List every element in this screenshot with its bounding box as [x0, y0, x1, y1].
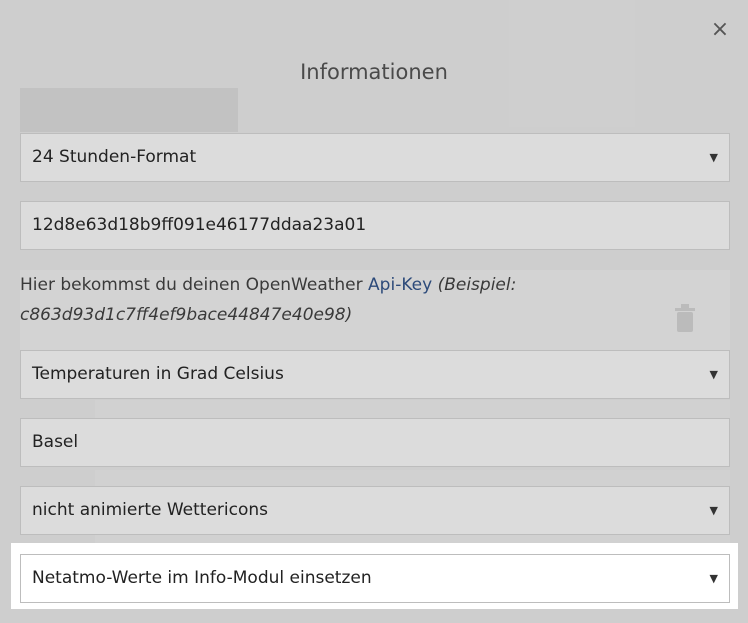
- temperature-unit-select[interactable]: Temperaturen in Grad Celsius ▼: [20, 350, 730, 399]
- close-icon[interactable]: ×: [711, 17, 729, 42]
- chevron-down-icon: ▼: [709, 151, 718, 164]
- city-value: Basel: [32, 432, 79, 452]
- close-button[interactable]: ×: [706, 16, 734, 44]
- netatmo-select[interactable]: Netatmo-Werte im Info-Modul einsetzen ▼: [20, 554, 730, 603]
- weather-icons-select[interactable]: nicht animierte Wettericons ▼: [20, 486, 730, 535]
- city-input[interactable]: Basel: [20, 418, 730, 467]
- weather-icons-value: nicht animierte Wettericons: [32, 500, 269, 520]
- api-key-input[interactable]: 12d8e63d18b9ff091e46177ddaa23a01: [20, 201, 730, 250]
- time-format-value: 24 Stunden-Format: [32, 147, 197, 167]
- helper-prefix: Hier bekommst du deinen OpenWeather: [20, 275, 369, 295]
- time-format-select[interactable]: 24 Stunden-Format ▼: [20, 133, 730, 182]
- netatmo-value: Netatmo-Werte im Info-Modul einsetzen: [32, 568, 372, 588]
- chevron-down-icon: ▼: [709, 504, 718, 517]
- chevron-down-icon: ▼: [709, 368, 718, 381]
- api-key-value: 12d8e63d18b9ff091e46177ddaa23a01: [32, 215, 367, 235]
- api-key-helper-text: Hier bekommst du deinen OpenWeather Api-…: [20, 270, 730, 330]
- chevron-down-icon: ▼: [709, 572, 718, 585]
- api-key-link[interactable]: Api-Key: [368, 275, 432, 295]
- modal-title: Informationen: [300, 60, 448, 84]
- temperature-unit-value: Temperaturen in Grad Celsius: [32, 364, 284, 384]
